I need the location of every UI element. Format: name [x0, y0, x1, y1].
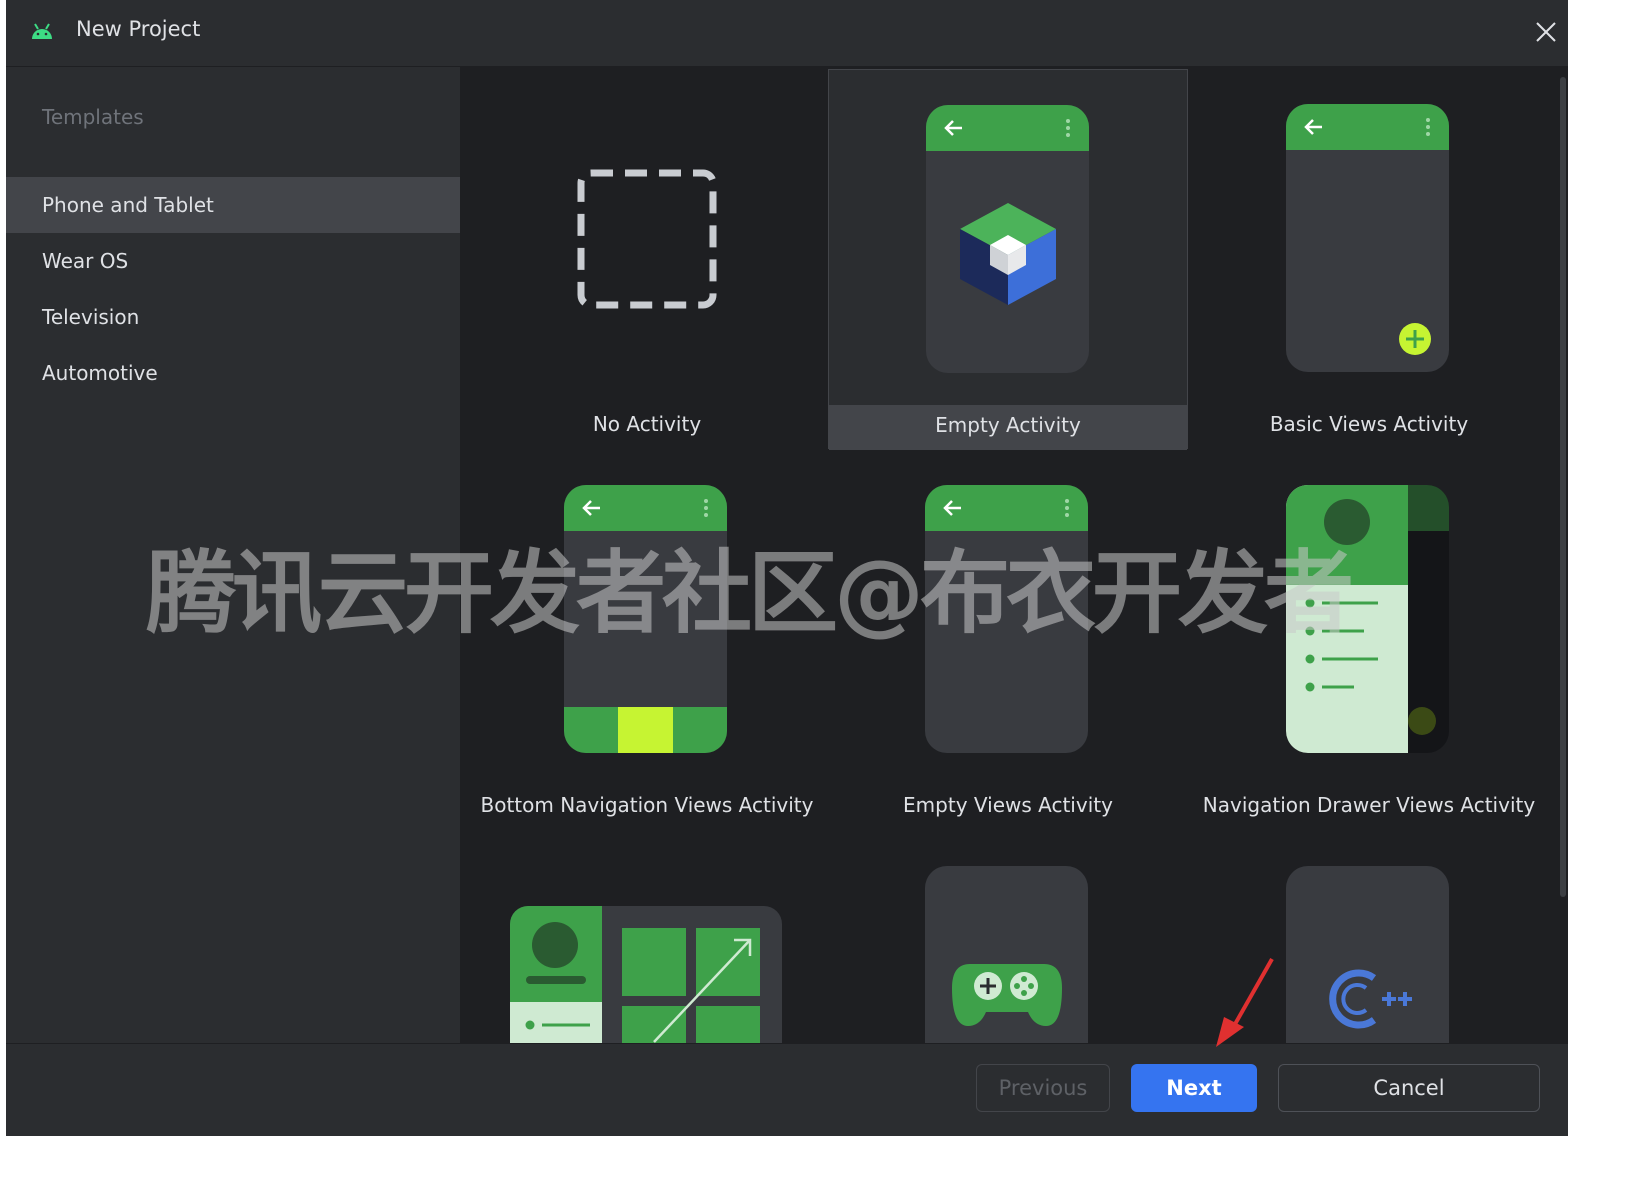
compose-cube-icon — [960, 203, 1056, 305]
back-arrow-icon — [1304, 119, 1322, 135]
dashed-square-icon — [577, 169, 717, 309]
title-bar: New Project — [6, 0, 1568, 67]
overflow-menu-icon — [704, 499, 708, 517]
overflow-menu-icon — [1066, 119, 1070, 137]
back-arrow-icon — [944, 120, 962, 136]
templates-sidebar: Templates Phone and Tablet Wear OS Telev… — [6, 67, 461, 1043]
dialog-title: New Project — [76, 17, 201, 41]
sidebar-item-label: Phone and Tablet — [42, 193, 214, 217]
close-icon — [1536, 22, 1556, 42]
fab-plus-icon — [1399, 323, 1431, 355]
overflow-menu-icon — [1065, 499, 1069, 517]
new-project-dialog: New Project Templates Phone and Tablet W… — [6, 0, 1568, 1136]
phone-preview — [1286, 485, 1449, 753]
phone-preview — [564, 485, 727, 753]
phone-preview — [1286, 866, 1449, 1043]
close-button[interactable] — [1528, 14, 1564, 50]
template-game-activity[interactable] — [828, 831, 1188, 1043]
dialog-footer: Previous Next Cancel — [6, 1043, 1568, 1136]
template-empty-views-activity[interactable]: Empty Views Activity — [828, 450, 1188, 830]
template-label: Navigation Drawer Views Activity — [1202, 793, 1536, 817]
phone-icon — [925, 485, 1088, 753]
template-label: No Activity — [592, 412, 702, 436]
template-label: Empty Views Activity — [903, 793, 1113, 817]
phone-preview — [1286, 104, 1449, 372]
sidebar-heading: Templates — [42, 105, 144, 129]
cancel-button[interactable]: Cancel — [1278, 1064, 1540, 1112]
sidebar-item-television[interactable]: Television — [6, 289, 460, 345]
template-grid: No Activity Empty Activity Basic Views A… — [461, 67, 1558, 1043]
nav-drawer-icon — [1286, 485, 1408, 753]
gamepad-icon — [952, 964, 1062, 1026]
template-basic-views-activity[interactable]: Basic Views Activity — [1189, 69, 1549, 449]
template-no-activity[interactable]: No Activity — [467, 69, 827, 449]
sidebar-item-label: Television — [42, 305, 140, 329]
sidebar-item-wear-os[interactable]: Wear OS — [6, 233, 460, 289]
previous-button[interactable]: Previous — [976, 1064, 1110, 1112]
back-arrow-icon — [582, 500, 600, 516]
template-label: Bottom Navigation Views Activity — [480, 793, 814, 817]
next-button[interactable]: Next — [1131, 1064, 1257, 1112]
red-arrow-annotation-icon — [1216, 958, 1274, 1047]
back-arrow-icon — [943, 500, 961, 516]
bottom-nav-icon — [564, 707, 727, 753]
template-label: Empty Activity — [935, 413, 1081, 437]
phone-preview — [925, 866, 1088, 1043]
overflow-menu-icon — [1426, 118, 1430, 136]
android-icon — [32, 23, 52, 39]
template-label: Basic Views Activity — [1269, 412, 1469, 436]
template-empty-activity[interactable]: Empty Activity — [828, 69, 1188, 450]
responsive-layout-icon — [510, 906, 782, 1043]
template-navigation-drawer-views-activity[interactable]: Navigation Drawer Views Activity — [1189, 450, 1549, 830]
template-responsive-views-activity[interactable] — [467, 831, 827, 1043]
phone-preview — [926, 105, 1089, 373]
cpp-icon — [1329, 969, 1412, 1029]
sidebar-item-label: Wear OS — [42, 249, 129, 273]
vertical-scrollbar[interactable] — [1558, 67, 1568, 1043]
sidebar-item-phone-tablet[interactable]: Phone and Tablet — [6, 177, 460, 233]
template-bottom-navigation-views-activity[interactable]: Bottom Navigation Views Activity — [467, 450, 827, 830]
sidebar-item-automotive[interactable]: Automotive — [6, 345, 460, 401]
sidebar-item-label: Automotive — [42, 361, 158, 385]
